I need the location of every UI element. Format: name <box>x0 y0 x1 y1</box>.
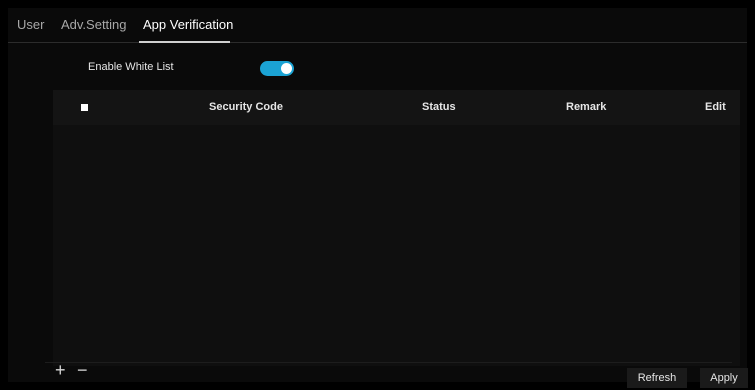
col-edit: Edit <box>705 101 726 113</box>
col-remark: Remark <box>566 101 607 113</box>
white-list-toggle[interactable] <box>260 61 294 76</box>
settings-panel: User Adv.Setting App Verification Enable… <box>8 8 747 382</box>
tab-user[interactable]: User <box>17 17 44 32</box>
apply-button[interactable]: Apply <box>700 368 748 388</box>
tab-app-verification[interactable]: App Verification <box>143 17 233 32</box>
minus-icon[interactable]: − <box>77 361 88 379</box>
plus-icon[interactable]: + <box>55 361 66 379</box>
col-status: Status <box>422 101 456 113</box>
table-header: Security Code Status Remark Edit <box>53 90 740 125</box>
toggle-knob <box>281 63 292 74</box>
tab-adv-setting[interactable]: Adv.Setting <box>61 17 127 32</box>
active-tab-indicator <box>139 41 230 43</box>
refresh-button[interactable]: Refresh <box>627 368 687 388</box>
select-all-checkbox[interactable] <box>81 104 88 111</box>
security-code-table: Security Code Status Remark Edit <box>53 90 740 366</box>
white-list-label: Enable White List <box>88 61 174 73</box>
col-security-code: Security Code <box>209 101 283 113</box>
tab-bar: User Adv.Setting App Verification <box>8 8 747 43</box>
